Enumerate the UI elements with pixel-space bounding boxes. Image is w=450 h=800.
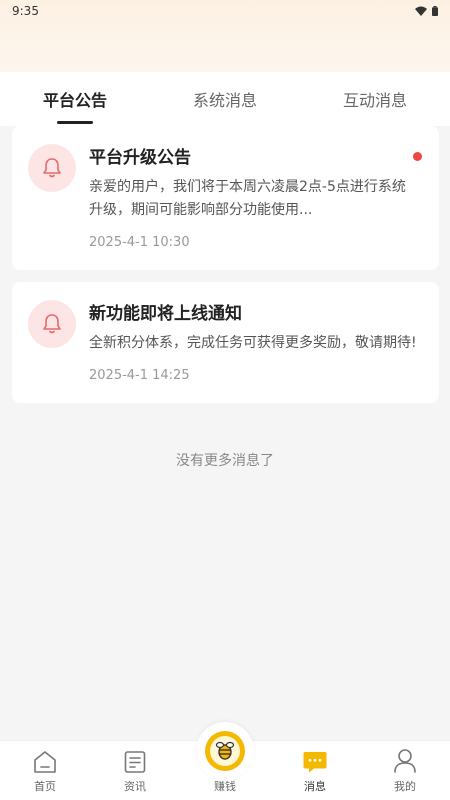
tab-label: 互动消息	[342, 91, 407, 110]
message-card[interactable]: 新功能即将上线通知 全新积分体系，完成任务可获得更多奖励，敬请期待! 2025-…	[12, 282, 439, 403]
battery-icon	[432, 6, 438, 16]
status-bar: 9:35	[0, 0, 450, 22]
nav-messages-label: 消息	[304, 780, 326, 793]
bee-icon	[210, 736, 240, 766]
message-list: 平台升级公告 亲爱的用户，我们将于本周六凌晨2点-5点进行系统升级，期间可能影响…	[12, 126, 439, 403]
chat-bubble-icon	[303, 752, 327, 773]
nav-news-label: 资讯	[124, 780, 146, 793]
tab-label: 平台公告	[42, 91, 107, 110]
bell-icon	[28, 300, 76, 348]
nav-mine-label: 我的	[394, 780, 416, 793]
no-more-messages-text: 没有更多消息了	[176, 453, 274, 469]
tab-platform-announcements[interactable]: 平台公告	[0, 72, 150, 126]
message-time: 2025-4-1 10:30	[89, 235, 190, 250]
nav-home-label: 首页	[34, 780, 56, 793]
tab-active-indicator	[57, 121, 93, 124]
message-content: 全新积分体系，完成任务可获得更多奖励，敬请期待!	[89, 335, 417, 351]
earn-center-button[interactable]	[196, 722, 254, 780]
news-icon	[124, 751, 146, 773]
nav-earn-label: 赚钱	[214, 780, 236, 793]
status-time: 9:35	[12, 4, 39, 18]
message-time: 2025-4-1 14:25	[89, 368, 190, 383]
unread-dot	[413, 152, 422, 161]
tab-system-messages[interactable]: 系统消息	[150, 72, 300, 126]
home-icon	[34, 751, 56, 773]
user-icon	[394, 749, 416, 773]
message-card[interactable]: 平台升级公告 亲爱的用户，我们将于本周六凌晨2点-5点进行系统升级，期间可能影响…	[12, 126, 439, 270]
tab-interaction-messages[interactable]: 互动消息	[300, 72, 450, 126]
tab-label: 系统消息	[192, 91, 257, 110]
message-tabs: 平台公告 系统消息 互动消息	[0, 72, 450, 126]
bell-icon	[28, 144, 76, 192]
message-title: 平台升级公告	[89, 148, 191, 168]
nav-news[interactable]: 资讯	[90, 741, 180, 800]
wifi-icon	[415, 6, 427, 16]
nav-mine[interactable]: 我的	[360, 741, 450, 800]
nav-home[interactable]: 首页	[0, 741, 90, 800]
message-content: 亲爱的用户，我们将于本周六凌晨2点-5点进行系统升级，期间可能影响部分功能使用.…	[89, 179, 406, 218]
message-title: 新功能即将上线通知	[89, 304, 242, 324]
nav-messages[interactable]: 消息	[270, 741, 360, 800]
